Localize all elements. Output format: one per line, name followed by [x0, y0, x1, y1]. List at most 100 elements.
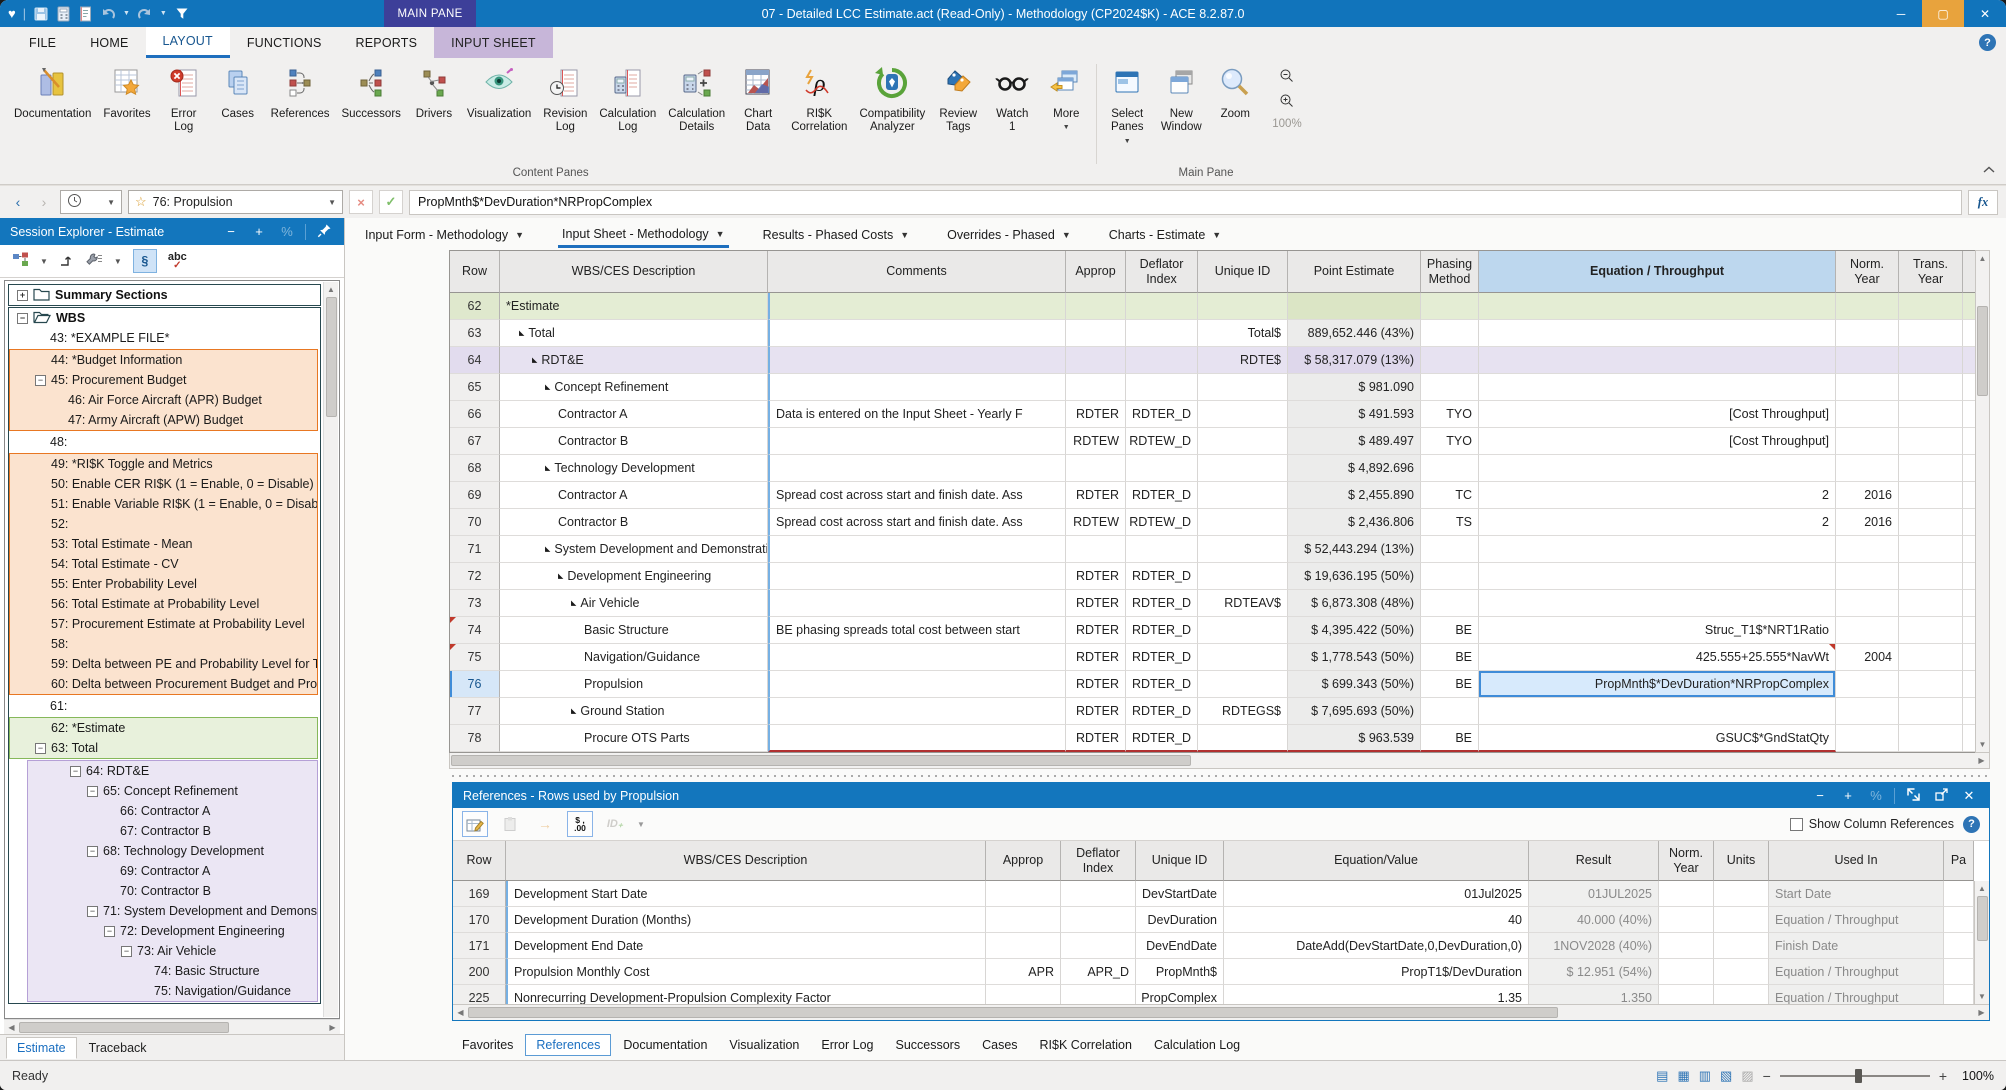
- bottom-tab-favorites[interactable]: Favorites: [452, 1035, 523, 1055]
- cell-comments[interactable]: Data is entered on the Input Sheet - Yea…: [768, 401, 1066, 428]
- cell-trans_year[interactable]: [1899, 293, 1963, 320]
- session-tab-estimate[interactable]: Estimate: [6, 1037, 77, 1059]
- pane-splitter[interactable]: [452, 774, 1990, 778]
- cell-approp[interactable]: [1066, 347, 1126, 374]
- cell-row[interactable]: 68: [450, 455, 500, 482]
- tree-expander-minus-icon[interactable]: −: [121, 946, 132, 957]
- tree-item[interactable]: 47: Army Aircraft (APW) Budget: [10, 410, 317, 430]
- cell-row[interactable]: 72: [450, 563, 500, 590]
- cell-equation[interactable]: [1479, 347, 1836, 374]
- ref-cell-desc[interactable]: Propulsion Monthly Cost: [506, 959, 986, 985]
- cell-approp[interactable]: [1066, 374, 1126, 401]
- cell-norm_year[interactable]: [1836, 320, 1899, 347]
- ace-logo-icon[interactable]: ♥: [8, 6, 16, 21]
- tree-horizontal-scrollbar[interactable]: ◀ ▶: [4, 1019, 340, 1034]
- ref-cell-desc[interactable]: Nonrecurring Development-Propulsion Comp…: [506, 985, 986, 1004]
- cell-norm_year[interactable]: [1836, 455, 1899, 482]
- ref-cell-row[interactable]: 170: [453, 907, 506, 933]
- close-pane-icon[interactable]: ✕: [1959, 788, 1979, 804]
- ref-cell-norm[interactable]: [1659, 933, 1714, 959]
- undo-icon[interactable]: [100, 7, 116, 21]
- bottom-tab-calculation-log[interactable]: Calculation Log: [1144, 1035, 1250, 1055]
- cell-uid[interactable]: [1198, 482, 1288, 509]
- scroll-up-icon[interactable]: ▲: [324, 282, 338, 297]
- cell-norm_year[interactable]: [1836, 428, 1899, 455]
- cell-pe[interactable]: $ 981.090: [1288, 374, 1421, 401]
- ref-cell-uid[interactable]: PropComplex: [1136, 985, 1224, 1004]
- nav-back-icon[interactable]: ‹: [8, 194, 28, 210]
- zoom-out-icon[interactable]: [1279, 68, 1294, 86]
- cell-deflator[interactable]: RDTER_D: [1126, 617, 1198, 644]
- scroll-up-icon[interactable]: ▲: [1976, 251, 1989, 266]
- column-header-uid[interactable]: Unique ID: [1198, 251, 1288, 293]
- cell-row[interactable]: 62: [450, 293, 500, 320]
- cell-desc[interactable]: Contractor B: [500, 428, 768, 455]
- cell-pe[interactable]: $ 489.497: [1288, 428, 1421, 455]
- cell-comments[interactable]: [768, 698, 1066, 725]
- cell-phasing[interactable]: BE: [1421, 671, 1479, 698]
- ref-cell-approp[interactable]: [986, 907, 1061, 933]
- ribbon-button-successors[interactable]: Successors: [335, 60, 406, 123]
- references-vertical-scrollbar[interactable]: ▲ ▼: [1974, 881, 1989, 1004]
- cell-pe[interactable]: $ 4,892.696: [1288, 455, 1421, 482]
- zoom-in-icon[interactable]: +: [1939, 1068, 1947, 1084]
- collapse-arrow-icon[interactable]: ◣: [571, 599, 576, 607]
- cell-row[interactable]: 77: [450, 698, 500, 725]
- cell-desc[interactable]: Propulsion: [500, 671, 768, 698]
- cell-phasing[interactable]: [1421, 347, 1479, 374]
- cell-comments[interactable]: [768, 644, 1066, 671]
- cell-row[interactable]: 69: [450, 482, 500, 509]
- cell-equation[interactable]: 2: [1479, 509, 1836, 536]
- cell-trans_year[interactable]: [1899, 698, 1963, 725]
- ref-cell-result[interactable]: 01JUL2025: [1529, 881, 1659, 907]
- collapse-arrow-icon[interactable]: ◣: [571, 707, 576, 715]
- redo-icon[interactable]: [137, 7, 153, 21]
- cell-row[interactable]: 75: [450, 644, 500, 671]
- cell-phasing[interactable]: TC: [1421, 482, 1479, 509]
- cell-comments[interactable]: [768, 320, 1066, 347]
- tree-item[interactable]: 48:: [9, 432, 320, 452]
- cell-pe[interactable]: $ 963.539: [1288, 725, 1421, 752]
- cell-deflator[interactable]: RDTER_D: [1126, 482, 1198, 509]
- column-header-phasing[interactable]: Phasing Method: [1421, 251, 1479, 293]
- ref-cell-result[interactable]: $ 12.951 (54%): [1529, 959, 1659, 985]
- cell-desc[interactable]: Procure OTS Parts: [500, 725, 768, 752]
- ribbon-button-more[interactable]: More▼: [1039, 60, 1093, 134]
- bottom-tab-successors[interactable]: Successors: [885, 1035, 970, 1055]
- ribbon-button-drivers[interactable]: Drivers: [407, 60, 461, 123]
- cell-approp[interactable]: RDTER: [1066, 698, 1126, 725]
- cell-comments[interactable]: [768, 374, 1066, 401]
- ref-cell-row[interactable]: 171: [453, 933, 506, 959]
- cell-uid[interactable]: [1198, 293, 1288, 320]
- ref-cell-units[interactable]: [1714, 881, 1769, 907]
- ref-cell-pa[interactable]: [1944, 881, 1974, 907]
- tree-item[interactable]: 56: Total Estimate at Probability Level: [10, 594, 317, 614]
- cell-trans_year[interactable]: [1899, 509, 1963, 536]
- cell-desc[interactable]: ◣Development Engineering: [500, 563, 768, 590]
- cell-pe[interactable]: $ 491.593: [1288, 401, 1421, 428]
- cell-row[interactable]: 73: [450, 590, 500, 617]
- ribbon-button-revision-log[interactable]: Revision Log: [537, 60, 593, 137]
- ribbon-button-error-log[interactable]: Error Log: [157, 60, 211, 137]
- tree-item[interactable]: 58:: [10, 634, 317, 654]
- spell-check-icon[interactable]: abc✓: [168, 253, 187, 270]
- ref-cell-row[interactable]: 225: [453, 985, 506, 1004]
- cell-desc[interactable]: Navigation/Guidance: [500, 644, 768, 671]
- ref-cell-used_in[interactable]: Equation / Throughput: [1769, 907, 1944, 933]
- ref-cell-result[interactable]: 40.000 (40%): [1529, 907, 1659, 933]
- cell-trans_year[interactable]: [1899, 347, 1963, 374]
- cell-comments[interactable]: Spread cost across start and finish date…: [768, 509, 1066, 536]
- cell-comments[interactable]: [768, 536, 1066, 563]
- ref-column-header-approp[interactable]: Approp: [986, 841, 1061, 881]
- cell-equation[interactable]: [1479, 374, 1836, 401]
- ref-column-header-result[interactable]: Result: [1529, 841, 1659, 881]
- cell-approp[interactable]: RDTEW: [1066, 428, 1126, 455]
- cell-phasing[interactable]: TS: [1421, 509, 1479, 536]
- session-tab-traceback[interactable]: Traceback: [79, 1038, 157, 1058]
- ribbon-button-calculation-log[interactable]: Calculation Log: [593, 60, 662, 137]
- cell-phasing[interactable]: TYO: [1421, 428, 1479, 455]
- cell-norm_year[interactable]: [1836, 725, 1899, 752]
- cell-trans_year[interactable]: [1899, 536, 1963, 563]
- tree-item[interactable]: 44: *Budget Information: [10, 350, 317, 370]
- ref-cell-equation[interactable]: 01Jul2025: [1224, 881, 1529, 907]
